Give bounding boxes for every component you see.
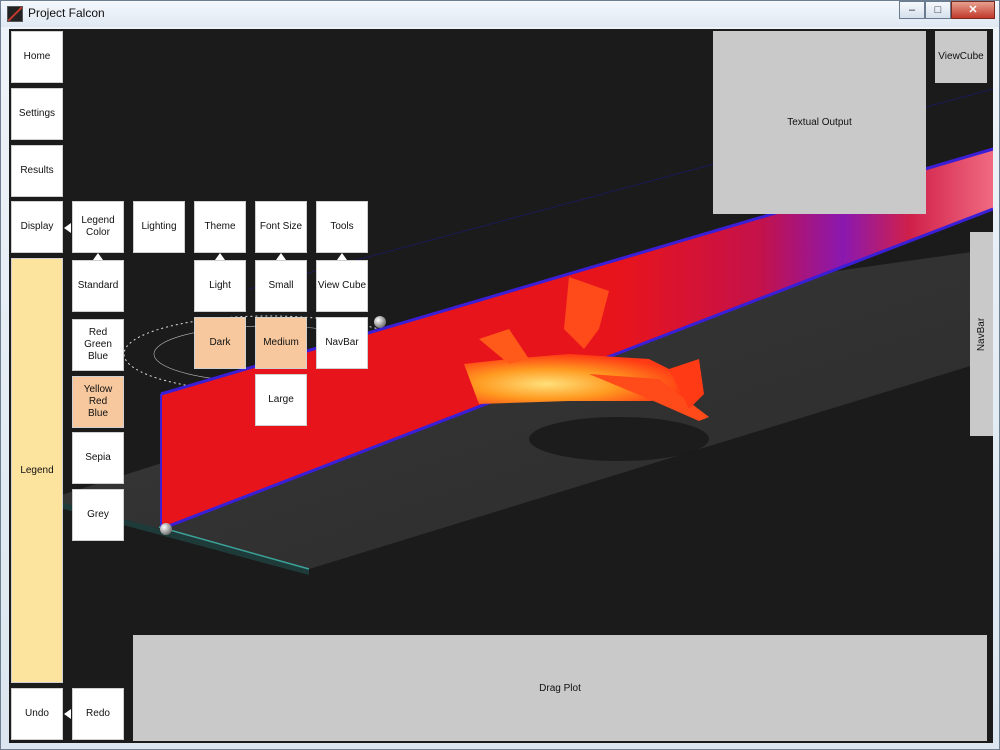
viewcube-panel[interactable]: ViewCube [935, 31, 987, 83]
window-title: Project Falcon [28, 6, 105, 20]
minimize-button[interactable]: – [899, 1, 925, 19]
theme-arrow-icon [215, 253, 225, 260]
navbar-panel[interactable]: NavBar [970, 232, 993, 436]
font-size-large[interactable]: Large [255, 374, 307, 426]
legend-color-button[interactable]: Legend Color [72, 201, 124, 253]
tools-navbar[interactable]: NavBar [316, 317, 368, 369]
legend-color-arrow-icon [93, 253, 103, 260]
tools-view-cube[interactable]: View Cube [316, 260, 368, 312]
plane-handle-bottom[interactable] [160, 523, 172, 535]
redo-button[interactable]: Redo [72, 688, 124, 740]
plane-handle-top[interactable] [374, 316, 386, 328]
font-size-arrow-icon [276, 253, 286, 260]
settings-button[interactable]: Settings [11, 88, 63, 140]
font-size-medium[interactable]: Medium [255, 317, 307, 369]
window-controls: – □ ✕ [899, 1, 995, 19]
aircraft-shadow [529, 417, 709, 461]
legend-color-rgb[interactable]: Red Green Blue [72, 319, 124, 371]
legend-color-sepia[interactable]: Sepia [72, 432, 124, 484]
3d-viewport[interactable]: Home Settings Results Display Legend Und… [9, 29, 993, 743]
theme-dark[interactable]: Dark [194, 317, 246, 369]
textual-output-panel[interactable]: Textual Output [713, 31, 926, 214]
tools-arrow-icon [337, 253, 347, 260]
app-window: Project Falcon – □ ✕ Home Settings Resul… [0, 0, 1000, 750]
theme-light[interactable]: Light [194, 260, 246, 312]
app-icon [7, 6, 23, 22]
results-button[interactable]: Results [11, 145, 63, 197]
home-button[interactable]: Home [11, 31, 63, 83]
undo-button[interactable]: Undo [11, 688, 63, 740]
legend-color-yrb[interactable]: Yellow Red Blue [72, 376, 124, 428]
display-button[interactable]: Display [11, 201, 63, 253]
tools-button[interactable]: Tools [316, 201, 368, 253]
legend-button[interactable]: Legend [11, 258, 63, 683]
legend-color-grey[interactable]: Grey [72, 489, 124, 541]
font-size-button[interactable]: Font Size [255, 201, 307, 253]
display-arrow-icon [64, 223, 71, 233]
drag-plot-panel[interactable]: Drag Plot [133, 635, 987, 741]
maximize-button[interactable]: □ [925, 1, 951, 19]
font-size-small[interactable]: Small [255, 260, 307, 312]
close-button[interactable]: ✕ [951, 1, 995, 19]
title-bar: Project Falcon – □ ✕ [1, 1, 999, 27]
theme-button[interactable]: Theme [194, 201, 246, 253]
navbar-label: NavBar [976, 317, 988, 351]
legend-color-standard[interactable]: Standard [72, 260, 124, 312]
lighting-button[interactable]: Lighting [133, 201, 185, 253]
redo-arrow-icon [64, 709, 71, 719]
